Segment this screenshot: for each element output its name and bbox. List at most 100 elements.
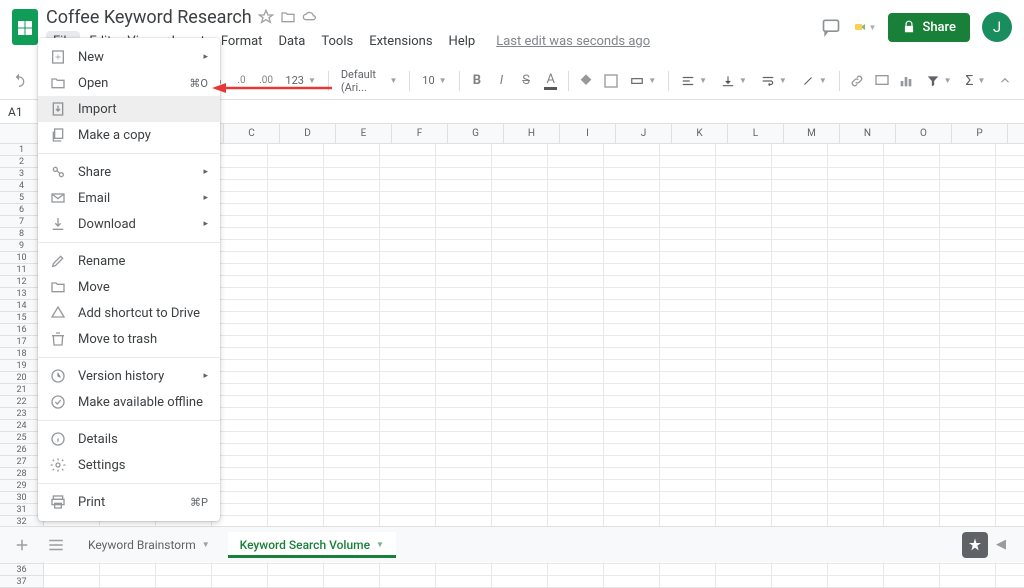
sheet-tab-brainstorm[interactable]: Keyword Brainstorm▼ bbox=[76, 532, 222, 558]
column-header[interactable]: I bbox=[560, 124, 616, 143]
add-sheet-button[interactable] bbox=[8, 531, 36, 559]
row-header[interactable]: 7 bbox=[0, 216, 43, 228]
menu-tools[interactable]: Tools bbox=[314, 31, 360, 52]
row-header[interactable]: 24 bbox=[0, 420, 43, 432]
insert-comment-icon[interactable] bbox=[870, 69, 893, 93]
row-header[interactable]: 9 bbox=[0, 240, 43, 252]
increase-decimal-icon[interactable]: .00 bbox=[255, 69, 278, 93]
column-header[interactable]: D bbox=[280, 124, 336, 143]
comment-history-icon[interactable] bbox=[820, 16, 842, 38]
menu-item-add-shortcut[interactable]: Add shortcut to Drive bbox=[38, 300, 220, 326]
row-header[interactable]: 6 bbox=[0, 204, 43, 216]
bold-icon[interactable]: B bbox=[466, 69, 489, 93]
column-header[interactable]: H bbox=[504, 124, 560, 143]
column-header[interactable]: P bbox=[952, 124, 1008, 143]
row-header[interactable]: 26 bbox=[0, 444, 43, 456]
menu-item-open[interactable]: Open⌘O bbox=[38, 70, 220, 96]
italic-icon[interactable]: I bbox=[490, 69, 513, 93]
decrease-decimal-icon[interactable]: .0 bbox=[230, 69, 253, 93]
column-header[interactable]: E bbox=[336, 124, 392, 143]
row-header[interactable]: 19 bbox=[0, 360, 43, 372]
row-header[interactable]: 30 bbox=[0, 492, 43, 504]
star-icon[interactable] bbox=[258, 9, 274, 25]
menu-item-share[interactable]: Share▸ bbox=[38, 159, 220, 185]
strikethrough-icon[interactable]: S bbox=[515, 69, 538, 93]
menu-data[interactable]: Data bbox=[271, 31, 312, 52]
row-header[interactable]: 12 bbox=[0, 276, 43, 288]
row-header[interactable]: 31 bbox=[0, 504, 43, 516]
menu-item-print[interactable]: Print⌘P bbox=[38, 489, 220, 515]
sheet-tab-search-volume[interactable]: Keyword Search Volume▼ bbox=[228, 532, 396, 558]
row-header[interactable]: 4 bbox=[0, 180, 43, 192]
menu-help[interactable]: Help bbox=[442, 31, 483, 52]
cloud-status-icon[interactable] bbox=[302, 9, 318, 25]
insert-link-icon[interactable] bbox=[846, 69, 869, 93]
filter-dropdown[interactable]: ▼ bbox=[920, 69, 958, 93]
menu-format[interactable]: Format bbox=[214, 31, 270, 52]
text-wrap-dropdown[interactable]: ▼ bbox=[755, 69, 793, 93]
row-header[interactable]: 18 bbox=[0, 348, 43, 360]
row-header[interactable]: 28 bbox=[0, 468, 43, 480]
row-header[interactable]: 37 bbox=[0, 576, 43, 588]
move-to-folder-icon[interactable] bbox=[280, 9, 296, 25]
column-header[interactable]: O bbox=[896, 124, 952, 143]
share-button[interactable]: Share bbox=[888, 13, 970, 42]
row-header[interactable]: 21 bbox=[0, 384, 43, 396]
row-header[interactable]: 27 bbox=[0, 456, 43, 468]
row-header[interactable]: 3 bbox=[0, 168, 43, 180]
fill-color-icon[interactable] bbox=[575, 69, 598, 93]
row-header[interactable]: 22 bbox=[0, 396, 43, 408]
column-header[interactable]: C bbox=[224, 124, 280, 143]
text-color-icon[interactable]: A bbox=[539, 69, 562, 93]
font-dropdown[interactable]: Default (Ari...▼ bbox=[335, 69, 404, 93]
column-header[interactable]: J bbox=[616, 124, 672, 143]
row-header[interactable]: 29 bbox=[0, 480, 43, 492]
menu-item-download[interactable]: Download▸ bbox=[38, 211, 220, 237]
row-header[interactable]: 25 bbox=[0, 432, 43, 444]
menu-item-version-history[interactable]: Version history▸ bbox=[38, 363, 220, 389]
scroll-tabs-icon[interactable]: ◀ bbox=[996, 537, 1016, 552]
meet-icon[interactable]: ▼ bbox=[854, 16, 876, 38]
row-header[interactable]: 14 bbox=[0, 300, 43, 312]
undo-icon[interactable] bbox=[8, 69, 31, 93]
row-header[interactable]: 8 bbox=[0, 228, 43, 240]
menu-item-import[interactable]: Import bbox=[38, 96, 220, 122]
menu-item-move-trash[interactable]: Move to trash bbox=[38, 326, 220, 352]
row-header[interactable]: 20 bbox=[0, 372, 43, 384]
row-header[interactable]: 5 bbox=[0, 192, 43, 204]
sheets-logo[interactable] bbox=[12, 9, 38, 45]
row-header[interactable]: 11 bbox=[0, 264, 43, 276]
insert-chart-icon[interactable] bbox=[895, 69, 918, 93]
column-header[interactable]: N bbox=[840, 124, 896, 143]
text-rotation-dropdown[interactable]: ▼ bbox=[795, 69, 833, 93]
row-header[interactable]: 17 bbox=[0, 336, 43, 348]
row-header[interactable]: 23 bbox=[0, 408, 43, 420]
functions-dropdown[interactable]: Σ▼ bbox=[960, 69, 992, 93]
borders-icon[interactable] bbox=[600, 69, 623, 93]
font-size-dropdown[interactable]: 10▼ bbox=[416, 69, 452, 93]
row-header[interactable]: 36 bbox=[0, 564, 43, 576]
menu-item-new[interactable]: New▸ bbox=[38, 44, 220, 70]
all-sheets-button[interactable] bbox=[42, 531, 70, 559]
menu-item-rename[interactable]: Rename bbox=[38, 248, 220, 274]
menu-item-settings[interactable]: Settings bbox=[38, 452, 220, 478]
menu-item-make-copy[interactable]: Make a copy bbox=[38, 122, 220, 148]
merge-cells-dropdown[interactable]: ▼ bbox=[624, 69, 662, 93]
row-header[interactable]: 10 bbox=[0, 252, 43, 264]
column-header[interactable]: L bbox=[728, 124, 784, 143]
row-header[interactable]: 2 bbox=[0, 156, 43, 168]
menu-item-details[interactable]: Details bbox=[38, 426, 220, 452]
column-header[interactable]: M bbox=[784, 124, 840, 143]
column-header[interactable]: Q bbox=[1008, 124, 1024, 143]
column-header[interactable]: G bbox=[448, 124, 504, 143]
row-header[interactable]: 1 bbox=[0, 144, 43, 156]
horizontal-align-dropdown[interactable]: ▼ bbox=[675, 69, 713, 93]
document-title[interactable]: Coffee Keyword Research bbox=[46, 7, 252, 28]
more-formats-dropdown[interactable]: 123▼ bbox=[279, 69, 321, 93]
column-header[interactable]: F bbox=[392, 124, 448, 143]
collapse-toolbar-icon[interactable] bbox=[993, 69, 1016, 93]
menu-extensions[interactable]: Extensions bbox=[362, 31, 439, 52]
explore-button[interactable] bbox=[962, 532, 988, 558]
row-header[interactable]: 15 bbox=[0, 312, 43, 324]
account-avatar[interactable]: J bbox=[982, 12, 1012, 42]
